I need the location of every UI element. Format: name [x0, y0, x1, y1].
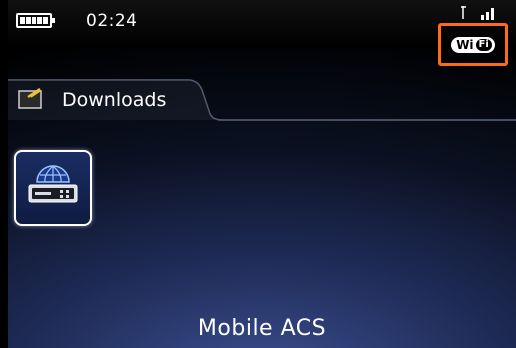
globe-router-icon — [28, 165, 78, 203]
clock: 02:24 — [86, 11, 138, 31]
wifi-badge-left-text: Wi — [456, 37, 474, 52]
status-bar: 02:24 Wi Fi — [8, 0, 516, 66]
app-mobile-acs[interactable] — [14, 150, 92, 226]
folder-label: Downloads — [62, 89, 167, 111]
battery-full-icon — [16, 13, 55, 28]
wifi-status-indicator: Wi Fi — [438, 23, 508, 66]
selected-app-label: Mobile ACS — [197, 316, 327, 341]
wifi-icon: Wi Fi — [451, 36, 495, 53]
wifi-badge-right-text: Fi — [475, 38, 492, 51]
home-screen: 02:24 Wi Fi Downloads Mobile ACS — [8, 0, 516, 348]
signal-strength-icon — [461, 6, 494, 20]
folder-icon — [18, 88, 42, 109]
